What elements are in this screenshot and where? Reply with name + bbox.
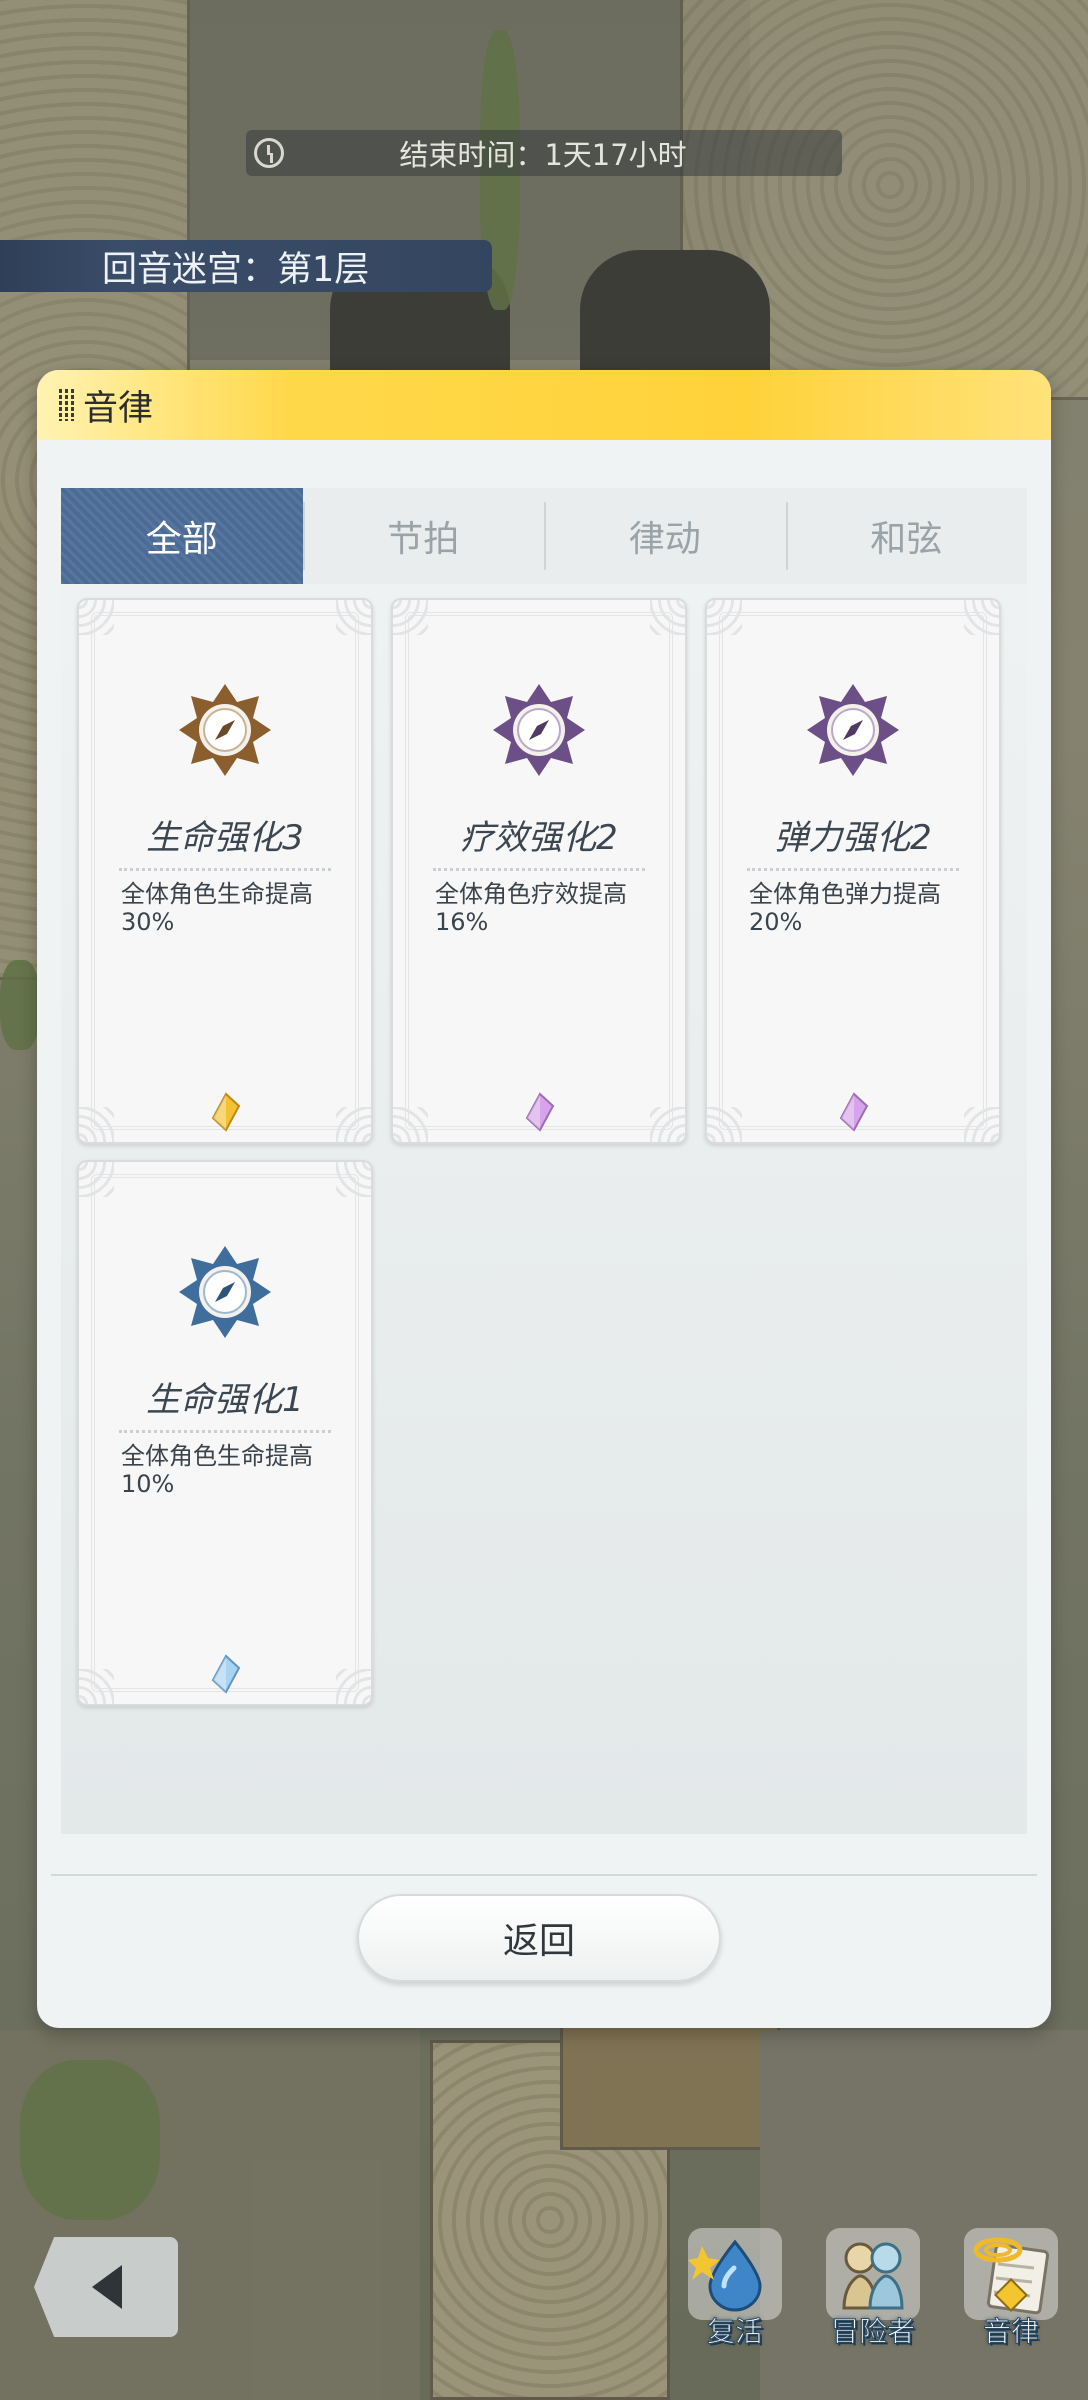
- tab-beat[interactable]: 节拍: [302, 488, 545, 584]
- tab-all[interactable]: 全部: [61, 488, 303, 584]
- revive-label: 复活: [706, 2315, 763, 2349]
- adventurer-button[interactable]: 冒险者: [822, 2228, 924, 2349]
- revive-button[interactable]: 复活: [684, 2228, 786, 2349]
- tab-chord[interactable]: 和弦: [785, 488, 1028, 584]
- adventurer-icon: [826, 2228, 920, 2320]
- dialog-header: 音律: [37, 370, 1051, 440]
- dialog-title: 音律: [83, 388, 154, 429]
- melody-card[interactable]: 生命强化3 全体角色生命提高 30%: [77, 598, 373, 1144]
- floor-banner: 回音迷宫：第1层: [0, 240, 492, 292]
- card-grid: 生命强化3 全体角色生命提高 30% 疗效强化2 全体角色疗效提高 16% 弹力…: [61, 584, 1027, 1834]
- card-description: 全体角色疗效提高 16%: [435, 880, 627, 936]
- clock-icon: [254, 138, 284, 168]
- footer-divider: [51, 1874, 1037, 1876]
- card-title: 生命强化1: [146, 1380, 304, 1420]
- melody-button[interactable]: 音律: [960, 2228, 1062, 2349]
- revive-icon: [688, 2228, 782, 2320]
- adventurer-label: 冒险者: [830, 2315, 915, 2349]
- rarity-gem-icon: [839, 1092, 869, 1132]
- nav-back-button[interactable]: [34, 2237, 178, 2337]
- tab-rhythm[interactable]: 律动: [544, 488, 786, 584]
- melody-card[interactable]: 生命强化1 全体角色生命提高 10%: [77, 1160, 373, 1706]
- event-end-time: 结束时间：1天17小时: [399, 138, 687, 172]
- card-description: 全体角色生命提高 10%: [121, 1442, 313, 1498]
- card-description: 全体角色弹力提高 20%: [749, 880, 941, 936]
- melody-card[interactable]: 疗效强化2 全体角色疗效提高 16%: [391, 598, 687, 1144]
- card-title: 生命强化3: [146, 818, 304, 858]
- compass-emblem-icon: [807, 684, 899, 776]
- melody-icon: [964, 2228, 1058, 2320]
- rarity-gem-icon: [211, 1654, 241, 1694]
- rarity-gem-icon: [525, 1092, 555, 1132]
- compass-emblem-icon: [493, 684, 585, 776]
- melody-label: 音律: [982, 2315, 1039, 2349]
- grip-icon: [59, 389, 75, 421]
- card-title: 弹力强化2: [774, 818, 932, 858]
- melody-card[interactable]: 弹力强化2 全体角色弹力提高 20%: [705, 598, 1001, 1144]
- filter-tabs: 全部 节拍 律动 和弦: [61, 488, 1027, 584]
- floor-title: 回音迷宫：第1层: [102, 249, 370, 290]
- rarity-gem-icon: [211, 1092, 241, 1132]
- card-description: 全体角色生命提高 30%: [121, 880, 313, 936]
- card-title: 疗效强化2: [460, 818, 618, 858]
- event-timer-bar: 结束时间：1天17小时: [246, 130, 842, 176]
- back-button[interactable]: 返回: [357, 1894, 721, 1982]
- compass-emblem-icon: [179, 684, 271, 776]
- compass-emblem-icon: [179, 1246, 271, 1338]
- melody-dialog: 音律 全部 节拍 律动 和弦 生命强化3 全体角色生命提高 30% 疗效强化2 …: [37, 370, 1051, 2028]
